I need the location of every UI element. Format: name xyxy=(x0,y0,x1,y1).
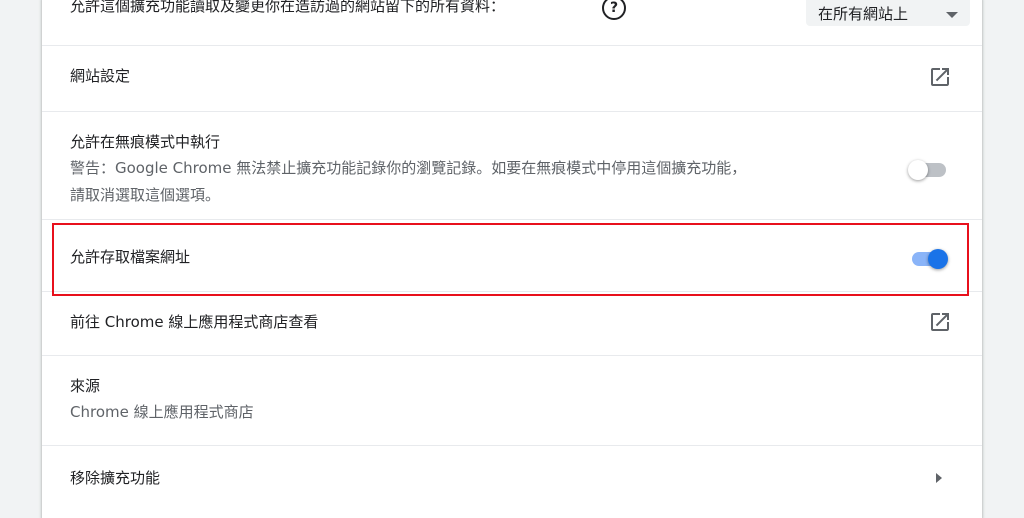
site-settings-label: 網站設定 xyxy=(70,67,131,85)
site-access-row: 允許這個擴充功能讀取及變更你在造訪過的網站留下的所有資料： ? 在所有網站上 xyxy=(42,0,982,46)
source-row: 來源 Chrome 線上應用程式商店 xyxy=(42,356,982,446)
open-in-new-icon[interactable] xyxy=(928,65,952,89)
extension-details-card: 允許這個擴充功能讀取及變更你在造訪過的網站留下的所有資料： ? 在所有網站上 網… xyxy=(42,0,982,518)
incognito-warning-line2: 請取消選取這個選項。 xyxy=(70,186,221,204)
dropdown-arrow-icon xyxy=(946,12,958,18)
remove-label: 移除擴充功能 xyxy=(70,469,161,487)
webstore-row[interactable]: 前往 Chrome 線上應用程式商店查看 xyxy=(42,292,982,356)
incognito-warning-line1: 警告：Google Chrome 無法禁止擴充功能記錄你的瀏覽記錄。如要在無痕模… xyxy=(70,159,747,177)
source-label: 來源 xyxy=(70,377,101,395)
toggle-knob xyxy=(928,249,948,269)
incognito-label: 允許在無痕模式中執行 xyxy=(70,133,221,151)
site-access-label: 允許這個擴充功能讀取及變更你在造訪過的網站留下的所有資料： xyxy=(70,0,506,15)
site-access-select[interactable]: 在所有網站上 xyxy=(806,0,970,26)
chevron-right-icon[interactable] xyxy=(936,473,942,483)
webstore-label: 前往 Chrome 線上應用程式商店查看 xyxy=(70,313,319,331)
incognito-toggle[interactable] xyxy=(908,158,948,182)
file-urls-row: 允許存取檔案網址 xyxy=(42,220,982,292)
file-urls-toggle[interactable] xyxy=(908,247,948,271)
help-icon[interactable]: ? xyxy=(602,0,626,20)
site-access-select-value: 在所有網站上 xyxy=(818,5,909,23)
remove-row[interactable]: 移除擴充功能 xyxy=(42,446,982,510)
file-urls-label: 允許存取檔案網址 xyxy=(70,248,191,266)
open-in-new-icon[interactable] xyxy=(928,310,952,334)
toggle-knob xyxy=(908,160,928,180)
incognito-row: 允許在無痕模式中執行 警告：Google Chrome 無法禁止擴充功能記錄你的… xyxy=(42,112,982,220)
site-settings-row[interactable]: 網站設定 xyxy=(42,46,982,112)
source-value: Chrome 線上應用程式商店 xyxy=(70,403,254,421)
